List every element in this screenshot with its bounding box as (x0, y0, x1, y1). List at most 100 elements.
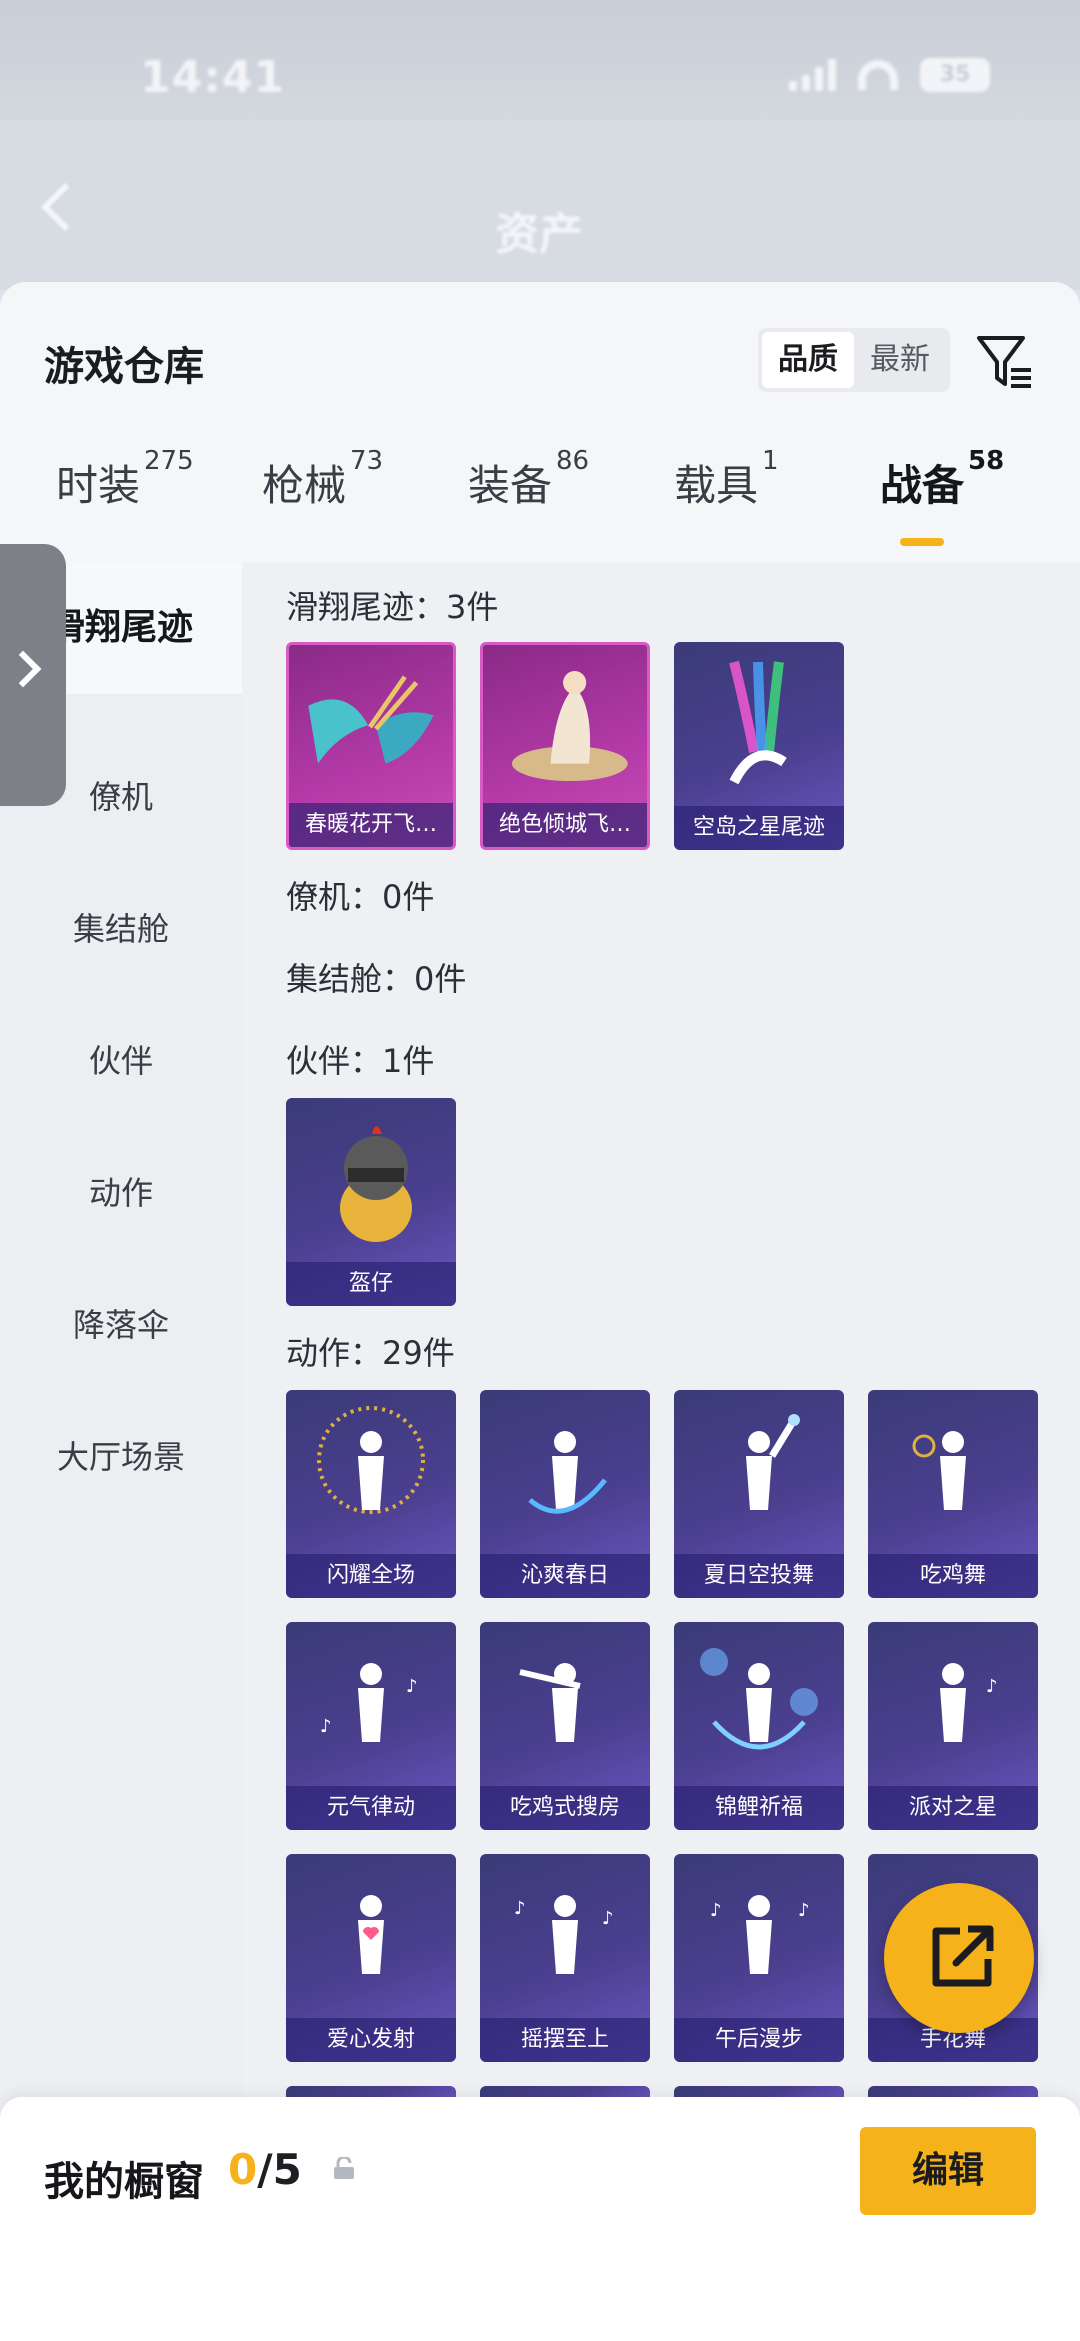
dance-figure-icon (700, 1648, 818, 1750)
filter-icon[interactable] (975, 332, 1035, 392)
sidebar-item-partner[interactable]: 伙伴 (0, 1036, 242, 1082)
item-card[interactable]: 盔仔 (286, 1098, 456, 1306)
svg-text:♪: ♪ (406, 1676, 418, 1697)
sidebar-item-lobby-scene[interactable]: 大厅场景 (0, 1432, 242, 1478)
rainbow-trail-icon (729, 660, 787, 785)
item-label: 夏日空投舞 (674, 1554, 844, 1598)
dance-figure-icon: ♪ (940, 1663, 998, 1742)
sidebar-item-parachute[interactable]: 降落伞 (0, 1300, 242, 1346)
item-card[interactable]: ♪ ♪ 午后漫步 (674, 1854, 844, 2062)
showcase-count: 0/5 (228, 2145, 302, 2194)
dance-figure-icon (358, 1895, 384, 1974)
tab-count: 275 (144, 446, 194, 476)
item-card[interactable]: 夏日空投舞 (674, 1390, 844, 1598)
item-card[interactable]: 绝色倾城飞… (480, 642, 650, 850)
tab-combat-gear[interactable]: 战备 58 (880, 446, 1004, 513)
tab-equipment[interactable]: 装备 86 (468, 446, 589, 513)
tab-label: 装备 (468, 461, 553, 510)
tab-label: 战备 (880, 461, 965, 510)
showcase-title: 我的橱窗 (44, 2159, 204, 2205)
item-label: 沁爽春日 (480, 1554, 650, 1598)
section-title-pod: 集结舱：0件 (286, 960, 467, 998)
active-tab-indicator (900, 538, 944, 546)
figure-throne-icon (511, 671, 628, 782)
back-icon[interactable] (40, 182, 90, 232)
external-link-icon (932, 1925, 994, 1987)
sidebar-item-pod[interactable]: 集结舱 (0, 904, 242, 950)
warehouse-title: 游戏仓库 (44, 344, 204, 390)
dance-figure-icon: ♪♪ (320, 1663, 418, 1742)
item-label: 闪耀全场 (286, 1554, 456, 1598)
chick-helmet-icon (340, 1126, 412, 1242)
category-tabs: 时装 275 枪械 73 装备 86 载具 1 战备 58 (0, 446, 1080, 547)
item-label: 盔仔 (286, 1262, 456, 1306)
edit-button[interactable]: 编辑 (860, 2127, 1036, 2215)
item-card[interactable]: 爱心发射 (286, 1854, 456, 2062)
butterfly-wing-icon (308, 675, 434, 764)
item-card[interactable]: 吃鸡舞 (868, 1390, 1038, 1598)
section-title-emote: 动作：29件 (286, 1334, 455, 1372)
status-icons: 35 (789, 58, 990, 92)
dance-figure-icon: ♪♪ (514, 1895, 614, 1974)
showcase-current: 0 (228, 2145, 258, 2194)
item-card[interactable]: ♪ 派对之星 (868, 1622, 1038, 1830)
battery-icon: 35 (920, 58, 990, 92)
wifi-icon (858, 60, 898, 90)
item-card[interactable]: 闪耀全场 (286, 1390, 456, 1598)
item-label: 春暖花开飞… (289, 803, 453, 847)
dance-figure-icon: ♪♪ (710, 1895, 810, 1974)
tab-count: 86 (556, 446, 590, 476)
dance-figure-icon (528, 1431, 607, 1514)
tab-count: 58 (968, 446, 1005, 476)
item-label: 吃鸡式搜房 (480, 1786, 650, 1830)
svg-text:♪: ♪ (986, 1676, 998, 1697)
item-card[interactable]: ♪ ♪ 摇摆至上 (480, 1854, 650, 2062)
sidebar-item-emote[interactable]: 动作 (0, 1168, 242, 1214)
item-label: 空岛之星尾迹 (674, 806, 844, 850)
item-card[interactable]: 锦鲤祈福 (674, 1622, 844, 1830)
drawer-toggle[interactable] (0, 544, 66, 806)
item-card[interactable]: 吃鸡式搜房 (480, 1622, 650, 1830)
item-card[interactable]: ♪ ♪ 元气律动 (286, 1622, 456, 1830)
showcase-bar: 我的橱窗 0/5 编辑 (0, 2097, 1080, 2341)
dance-figure-icon (519, 1663, 581, 1742)
status-bar: 14:41 35 (0, 0, 1080, 120)
tab-vehicles[interactable]: 载具 1 (674, 446, 779, 513)
tab-guns[interactable]: 枪械 73 (262, 446, 383, 513)
item-label: 午后漫步 (674, 2018, 844, 2062)
tab-label: 枪械 (262, 461, 347, 510)
tab-fashion[interactable]: 时装 275 (56, 446, 194, 513)
dance-figure-icon (746, 1414, 800, 1510)
sort-quality-button[interactable]: 品质 (762, 332, 854, 388)
tab-label: 时装 (56, 461, 141, 510)
svg-text:♪: ♪ (514, 1898, 526, 1919)
item-label: 摇摆至上 (480, 2018, 650, 2062)
status-time: 14:41 (140, 52, 286, 103)
item-card[interactable]: 春暖花开飞… (286, 642, 456, 850)
svg-text:♪: ♪ (798, 1900, 810, 1921)
item-label: 锦鲤祈福 (674, 1786, 844, 1830)
lock-icon (334, 2157, 354, 2179)
sort-latest-button[interactable]: 最新 (854, 332, 946, 388)
warehouse-header: 游戏仓库 品质 最新 (0, 282, 1080, 402)
item-grid: 滑翔尾迹：3件 春暖花开飞… 绝色倾城飞… 空岛之星尾迹 僚机：0件 集结舱：0… (242, 562, 1080, 2341)
item-label: 爱心发射 (286, 2018, 456, 2062)
section-title-partner: 伙伴：1件 (286, 1042, 435, 1080)
dance-figure-icon (912, 1431, 966, 1510)
item-label: 绝色倾城飞… (483, 803, 647, 847)
item-card[interactable]: 沁爽春日 (480, 1390, 650, 1598)
item-label: 派对之星 (868, 1786, 1038, 1830)
item-label: 吃鸡舞 (868, 1554, 1038, 1598)
svg-text:♪: ♪ (602, 1908, 614, 1929)
share-button[interactable] (884, 1883, 1034, 2033)
chevron-right-icon (4, 650, 42, 688)
item-card[interactable]: 空岛之星尾迹 (674, 642, 844, 850)
sort-toggle: 品质 最新 (758, 328, 950, 392)
tab-count: 1 (762, 446, 779, 476)
showcase-total: /5 (257, 2145, 302, 2194)
section-title-glide: 滑翔尾迹：3件 (286, 588, 499, 626)
svg-text:♪: ♪ (710, 1900, 722, 1921)
tab-label: 载具 (674, 461, 759, 510)
item-label: 元气律动 (286, 1786, 456, 1830)
section-title-wingman: 僚机：0件 (286, 878, 435, 916)
